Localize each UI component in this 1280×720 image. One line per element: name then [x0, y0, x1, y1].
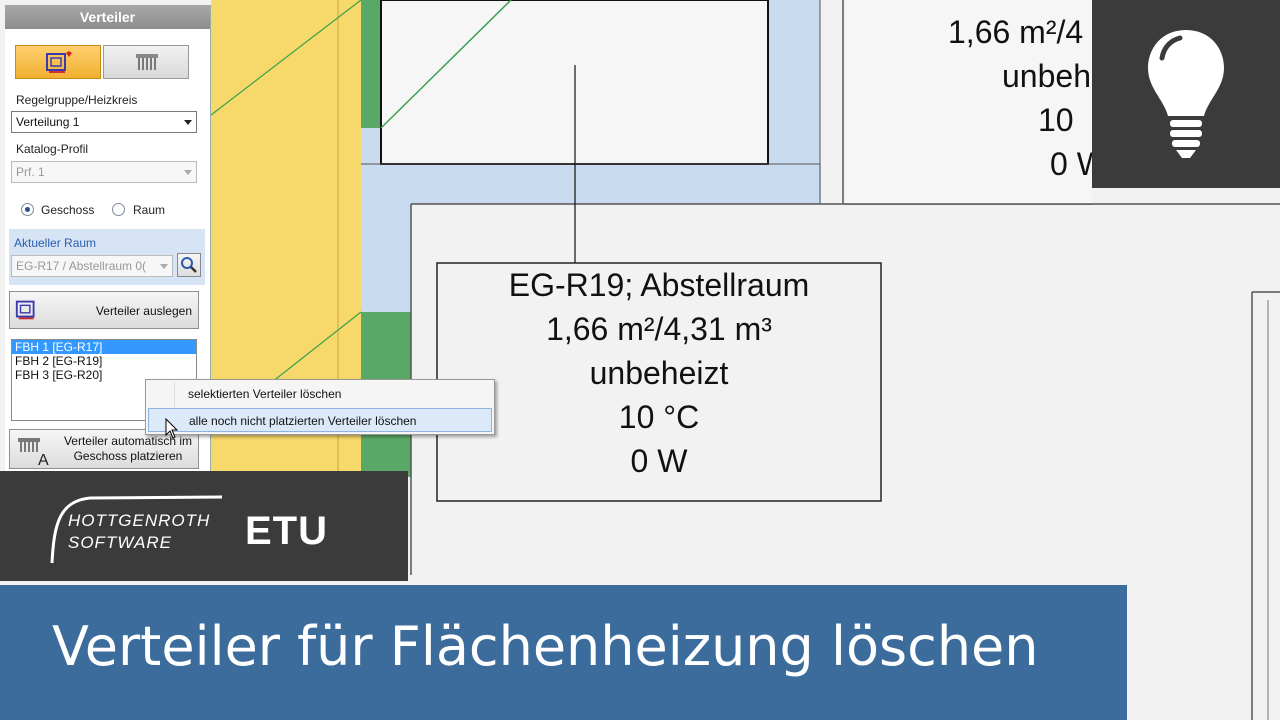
context-menu: selektierten Verteiler löschen alle noch… — [145, 379, 495, 435]
etu-logo: ETU — [245, 509, 328, 553]
aktueller-raum-select[interactable]: EG-R17 / Abstellraum 0( — [11, 255, 173, 277]
radio-raum[interactable] — [112, 203, 125, 216]
manifold-heat-icon — [46, 51, 72, 73]
room-search-button[interactable] — [177, 253, 201, 277]
mouse-cursor-icon — [165, 418, 179, 439]
list-item[interactable]: FBH 1 [EG-R17] — [12, 340, 196, 354]
wall-green-top — [361, 0, 381, 128]
title-banner: Verteiler für Flächenheizung löschen — [0, 585, 1127, 720]
svg-text:A: A — [38, 452, 49, 466]
radiator-auto-icon: A — [18, 438, 49, 466]
video-title: Verteiler für Flächenheizung löschen — [52, 615, 1039, 678]
radio-raum-label: Raum — [133, 203, 166, 217]
lightbulb-icon — [1148, 30, 1224, 158]
regelgruppe-label: Regelgruppe/Heizkreis — [16, 93, 138, 107]
menu-item-delete-unplaced[interactable]: alle noch nicht platzierten Verteiler lö… — [148, 408, 492, 432]
room-temperature: 10 °C — [618, 399, 700, 435]
room-power: 0 W — [630, 443, 688, 479]
verteiler-auslegen-button[interactable]: Verteiler auslegen — [9, 291, 199, 329]
room-heating-status: unbeheizt — [589, 355, 729, 391]
brand-line2: SOFTWARE — [68, 533, 173, 552]
katalog-select[interactable]: Prf. 1 — [11, 161, 197, 183]
heated-zone — [361, 164, 821, 204]
list-item[interactable]: FBH 2 [EG-R19] — [12, 354, 196, 368]
brand-line1: HOTTGENROTH — [68, 511, 211, 530]
radio-geschoss-label: Geschoss — [41, 203, 95, 217]
manifold-heat-icon — [15, 300, 35, 320]
search-icon — [181, 257, 197, 273]
katalog-label: Katalog-Profil — [16, 142, 89, 156]
menu-item-delete-selected[interactable]: selektierten Verteiler löschen — [148, 382, 492, 406]
chevron-down-icon — [160, 264, 168, 269]
tip-box — [1092, 0, 1280, 188]
auslegen-label: Verteiler auslegen — [95, 304, 192, 318]
chevron-down-icon — [184, 170, 192, 175]
aktueller-raum-group: Aktueller Raum EG-R17 / Abstellraum 0( — [9, 229, 205, 285]
aktueller-raum-label: Aktueller Raum — [14, 236, 97, 250]
mode-radiator-button[interactable] — [103, 45, 189, 79]
room-name: EG-R19; Abstellraum — [508, 267, 810, 303]
logo-block: HOTTGENROTH SOFTWARE ETU — [0, 471, 408, 581]
panel-title: Verteiler — [5, 5, 210, 29]
room-label-main[interactable]: EG-R19; Abstellraum 1,66 m²/4,31 m³ unbe… — [437, 263, 881, 483]
aktueller-raum-value: EG-R17 / Abstellraum 0( — [16, 259, 147, 273]
regelgruppe-value: Verteilung 1 — [16, 115, 80, 129]
room-area-volume: 1,66 m²/4,31 m³ — [546, 311, 772, 347]
regelgruppe-select[interactable]: Verteilung 1 — [11, 111, 197, 133]
chevron-down-icon — [184, 120, 192, 125]
auto-label-line2: Geschoss platzieren — [73, 449, 183, 463]
mode-manifold-button[interactable] — [15, 45, 101, 79]
katalog-value: Prf. 1 — [16, 165, 45, 179]
radio-geschoss[interactable] — [21, 203, 34, 216]
radiator-icon — [136, 54, 158, 70]
